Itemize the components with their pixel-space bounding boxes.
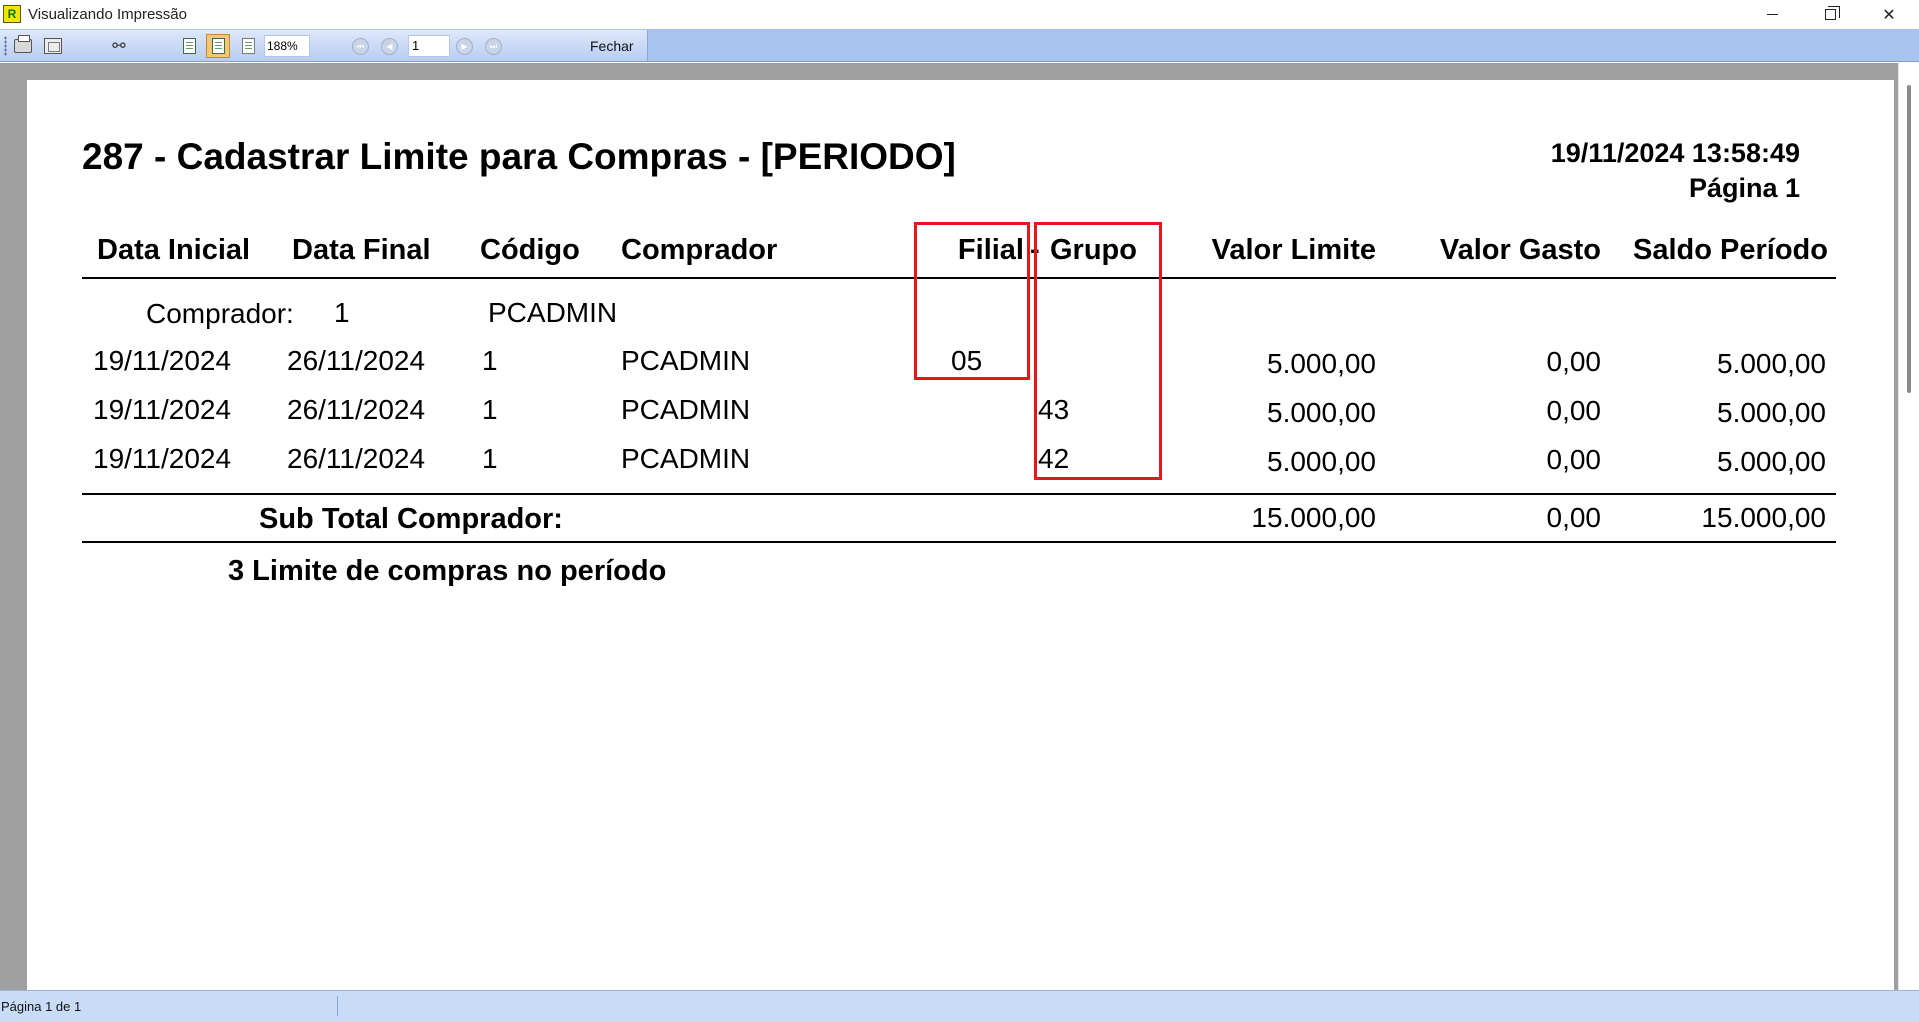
whole-page-icon bbox=[182, 38, 196, 54]
cell-data-final: 26/11/2024 bbox=[287, 394, 426, 425]
prior-page-icon: ◀ bbox=[386, 42, 393, 51]
status-bar: Página 1 de 1 bbox=[0, 990, 1919, 1022]
first-page-button[interactable]: ⏮ bbox=[352, 38, 369, 55]
next-page-icon: ▶ bbox=[461, 42, 468, 51]
close-window-button[interactable]: ✕ bbox=[1860, 0, 1918, 29]
cell-data-inicial: 19/11/2024 bbox=[93, 345, 232, 376]
cell-valor-gasto: 0,00 bbox=[1546, 444, 1602, 475]
cell-data-inicial: 19/11/2024 bbox=[93, 443, 232, 474]
scrollbar-thumb[interactable] bbox=[1907, 85, 1911, 393]
page-width-button[interactable] bbox=[206, 34, 230, 58]
subtotal-valor-limite: 15.000,00 bbox=[1251, 502, 1376, 533]
header-data-final: Data Final bbox=[292, 234, 431, 266]
last-page-button[interactable]: ⏭ bbox=[485, 38, 502, 55]
preview-top-margin bbox=[0, 63, 1898, 80]
header-valor-limite: Valor Limite bbox=[1211, 234, 1376, 266]
page-setup-icon bbox=[44, 38, 62, 54]
cell-saldo: 5.000,00 bbox=[1717, 397, 1826, 428]
window-title: Visualizando Impressão bbox=[28, 6, 187, 23]
filial-highlight-box bbox=[914, 222, 1030, 380]
cell-valor-gasto: 0,00 bbox=[1546, 395, 1602, 426]
close-icon: ✕ bbox=[1882, 6, 1896, 24]
header-saldo-periodo: Saldo Período bbox=[1633, 234, 1828, 266]
cell-valor-limite: 5.000,00 bbox=[1267, 446, 1376, 477]
cell-valor-limite: 5.000,00 bbox=[1267, 397, 1376, 428]
page-width-icon bbox=[211, 38, 225, 54]
report-page-label: Página 1 bbox=[1688, 173, 1800, 203]
zoom-input[interactable]: 188% bbox=[264, 35, 310, 57]
hundred-percent-button[interactable] bbox=[236, 34, 260, 58]
toolbar-grip[interactable] bbox=[4, 36, 7, 56]
toolbar-strip: ⚯ 188% ⏮ ◀ 1 ▶ ⏭ Fechar bbox=[0, 30, 648, 61]
binoculars-icon: ⚯ bbox=[112, 38, 126, 55]
restore-icon bbox=[1824, 6, 1840, 20]
cell-data-inicial: 19/11/2024 bbox=[93, 394, 232, 425]
group-label: Comprador: bbox=[146, 298, 294, 329]
subtotal-bottom-rule bbox=[82, 541, 1836, 543]
header-valor-gasto: Valor Gasto bbox=[1439, 234, 1601, 266]
cell-codigo: 1 bbox=[482, 394, 498, 425]
cell-comprador: PCADMIN bbox=[621, 394, 751, 425]
cell-valor-limite: 5.000,00 bbox=[1267, 348, 1376, 379]
printer-icon bbox=[14, 35, 32, 53]
restore-button[interactable] bbox=[1801, 0, 1859, 29]
subtotal-valor-gasto: 0,00 bbox=[1546, 502, 1602, 533]
cell-codigo: 1 bbox=[482, 345, 498, 376]
header-comprador: Comprador bbox=[621, 234, 778, 266]
subtotal-saldo: 15.000,00 bbox=[1701, 502, 1826, 533]
cell-codigo: 1 bbox=[482, 443, 498, 474]
subtotal-top-rule bbox=[82, 493, 1836, 495]
cell-saldo: 5.000,00 bbox=[1717, 348, 1826, 379]
header-codigo: Código bbox=[480, 234, 580, 266]
minimize-button[interactable] bbox=[1743, 0, 1801, 29]
last-page-icon: ⏭ bbox=[489, 41, 498, 51]
minimize-icon bbox=[1766, 14, 1778, 15]
hundred-percent-icon bbox=[241, 38, 255, 54]
title-bar: R Visualizando Impressão ✕ bbox=[0, 0, 1919, 29]
cell-data-final: 26/11/2024 bbox=[287, 345, 426, 376]
cell-valor-gasto: 0,00 bbox=[1546, 346, 1602, 377]
cell-comprador: PCADMIN bbox=[621, 443, 751, 474]
page-number-input[interactable]: 1 bbox=[408, 35, 450, 57]
cell-comprador: PCADMIN bbox=[621, 345, 751, 376]
subtotal-label: Sub Total Comprador: bbox=[259, 503, 563, 535]
next-page-button[interactable]: ▶ bbox=[456, 38, 473, 55]
cell-data-final: 26/11/2024 bbox=[287, 443, 426, 474]
whole-page-button[interactable] bbox=[177, 34, 201, 58]
report-datetime: 19/11/2024 13:58:49 bbox=[1550, 138, 1800, 168]
status-separator bbox=[337, 996, 338, 1016]
report-title: 287 - Cadastrar Limite para Compras - [P… bbox=[82, 136, 956, 177]
summary-count: 3 Limite de compras no período bbox=[228, 555, 667, 587]
app-icon: R bbox=[3, 5, 21, 23]
prior-page-button[interactable]: ◀ bbox=[381, 38, 398, 55]
header-data-inicial: Data Inicial bbox=[97, 234, 251, 266]
page-setup-button[interactable] bbox=[41, 34, 65, 58]
fechar-button[interactable]: Fechar bbox=[590, 38, 634, 54]
toolbar: ⚯ 188% ⏮ ◀ 1 ▶ ⏭ Fechar bbox=[0, 29, 1919, 62]
find-button[interactable]: ⚯ bbox=[107, 34, 131, 58]
print-preview-window: R Visualizando Impressão ✕ ⚯ 188% ⏮ ◀ 1 … bbox=[0, 0, 1919, 1022]
vertical-scrollbar[interactable] bbox=[1898, 63, 1919, 990]
first-page-icon: ⏮ bbox=[356, 41, 365, 51]
cell-saldo: 5.000,00 bbox=[1717, 446, 1826, 477]
print-button[interactable] bbox=[11, 34, 35, 58]
grupo-highlight-box bbox=[1034, 222, 1162, 480]
group-code: 1 bbox=[334, 297, 350, 328]
status-page-count: Página 1 de 1 bbox=[1, 999, 82, 1014]
group-name: PCADMIN bbox=[488, 297, 618, 328]
